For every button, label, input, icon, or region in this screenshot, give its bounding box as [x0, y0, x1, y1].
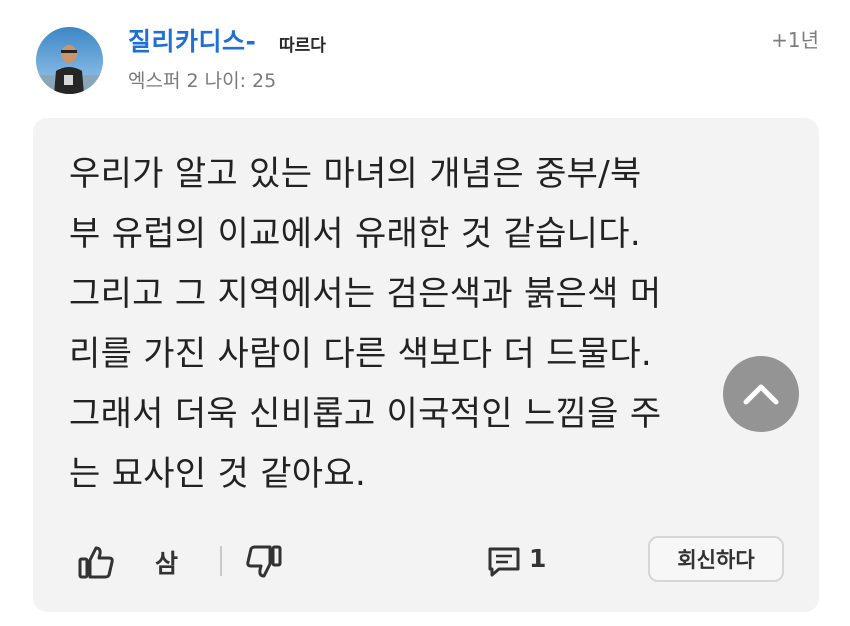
reply-button[interactable]: 회신하다	[648, 536, 784, 582]
comment-line: 리를 가진 사람이 다른 색보다 더 드물다.	[69, 334, 653, 374]
comment-line: 그래서 더욱 신비롭고 이국적인 느낌을 주	[69, 394, 662, 434]
reply-count: 1	[529, 544, 547, 573]
comment-line: 는 묘사인 것 같아요.	[69, 454, 367, 494]
vote-count: 삼	[155, 549, 179, 578]
thumbs-down-icon[interactable]	[245, 544, 283, 580]
chevron-up-icon	[743, 384, 779, 405]
avatar-image	[36, 27, 103, 94]
comment-line: 우리가 알고 있는 마녀의 개념은 중부/북	[69, 154, 642, 194]
follow-button[interactable]: 따르다	[279, 31, 326, 56]
comment-bubble-icon[interactable]	[487, 546, 521, 578]
username-link[interactable]: 질리카디스-	[128, 22, 256, 58]
comment-card: 우리가 알고 있는 마녀의 개념은 중부/북 부 유럽의 이교에서 유래한 것 …	[33, 118, 819, 612]
vote-divider	[220, 546, 222, 576]
comment-line: 부 유럽의 이교에서 유래한 것 같습니다.	[69, 214, 641, 254]
user-meta: 엑스퍼 2 나이: 25	[128, 70, 277, 92]
scroll-to-top-button[interactable]	[723, 356, 799, 432]
thumbs-up-icon[interactable]	[77, 544, 115, 580]
timestamp: +1년	[771, 28, 819, 52]
comment-body: 우리가 알고 있는 마녀의 개념은 중부/북 부 유럽의 이교에서 유래한 것 …	[69, 144, 769, 504]
comment-actions: 삼 1 회신하다	[33, 532, 819, 590]
comment-line: 그리고 그 지역에서는 검은색과 붉은색 머	[69, 274, 662, 314]
avatar[interactable]	[36, 27, 103, 94]
comment-page: 질리카디스- 따르다 +1년 엑스퍼 2 나이: 25 우리가 알고 있는 마녀…	[0, 0, 850, 626]
